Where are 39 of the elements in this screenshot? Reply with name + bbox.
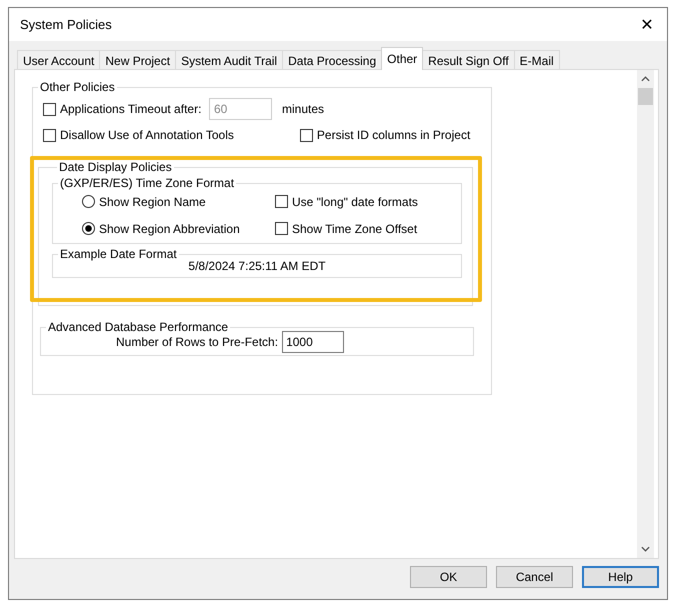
checkbox-box[interactable] <box>300 128 313 142</box>
checkbox[interactable]: Show Time Zone Offset <box>275 222 455 236</box>
tab[interactable]: Data Processing <box>282 50 382 70</box>
radio-button[interactable]: Show Region Abbreviation <box>82 222 275 236</box>
tab[interactable]: E-Mail <box>514 50 560 70</box>
tab[interactable]: New Project <box>99 50 176 70</box>
radio-label: Show Region Name <box>99 194 206 208</box>
group-title: Advanced Database Performance <box>47 320 230 334</box>
dialog-button[interactable]: OK <box>410 566 487 588</box>
group-title: (GXP/ER/ES) Time Zone Format <box>59 176 236 190</box>
checkbox-label: Use "long" date formats <box>292 194 418 208</box>
dialog-button[interactable]: Help <box>582 566 659 588</box>
checkbox-label: Show Time Zone Offset <box>292 222 418 236</box>
scroll-up-icon[interactable] <box>641 76 650 82</box>
checkbox-box[interactable] <box>43 128 56 142</box>
group-title: Other Policies <box>39 80 116 94</box>
radio-circle[interactable] <box>82 195 95 208</box>
radio-circle[interactable] <box>82 222 95 235</box>
tab[interactable]: System Audit Trail <box>175 50 284 70</box>
close-button[interactable]: ✕ <box>627 10 667 40</box>
radio-label: Show Region Abbreviation <box>99 222 240 236</box>
dialog-button[interactable]: Cancel <box>496 566 573 588</box>
unit-label: minutes <box>282 102 324 116</box>
scroll-thumb[interactable] <box>638 88 653 105</box>
radio-button[interactable]: Show Region Name <box>82 194 275 208</box>
tab[interactable]: Result Sign Off <box>422 50 515 70</box>
scrollbar[interactable] <box>637 70 654 558</box>
checkbox[interactable]: Use "long" date formats <box>275 194 455 208</box>
group-title: Example Date Format <box>59 247 178 261</box>
rows-field[interactable]: 1000 <box>282 331 344 353</box>
checkbox-box[interactable] <box>275 195 288 208</box>
checkbox-box[interactable] <box>275 222 288 235</box>
tab[interactable]: User Account <box>17 50 100 70</box>
group-title: Date Display Policies <box>58 160 173 174</box>
window-title: System Policies <box>20 17 112 32</box>
field-label: Number of Rows to Pre-Fetch: <box>116 335 278 349</box>
example-date: 5/8/2024 7:25:11 AM EDT <box>187 259 327 273</box>
tab[interactable]: Other <box>381 47 424 70</box>
scroll-down-icon[interactable] <box>641 546 650 552</box>
